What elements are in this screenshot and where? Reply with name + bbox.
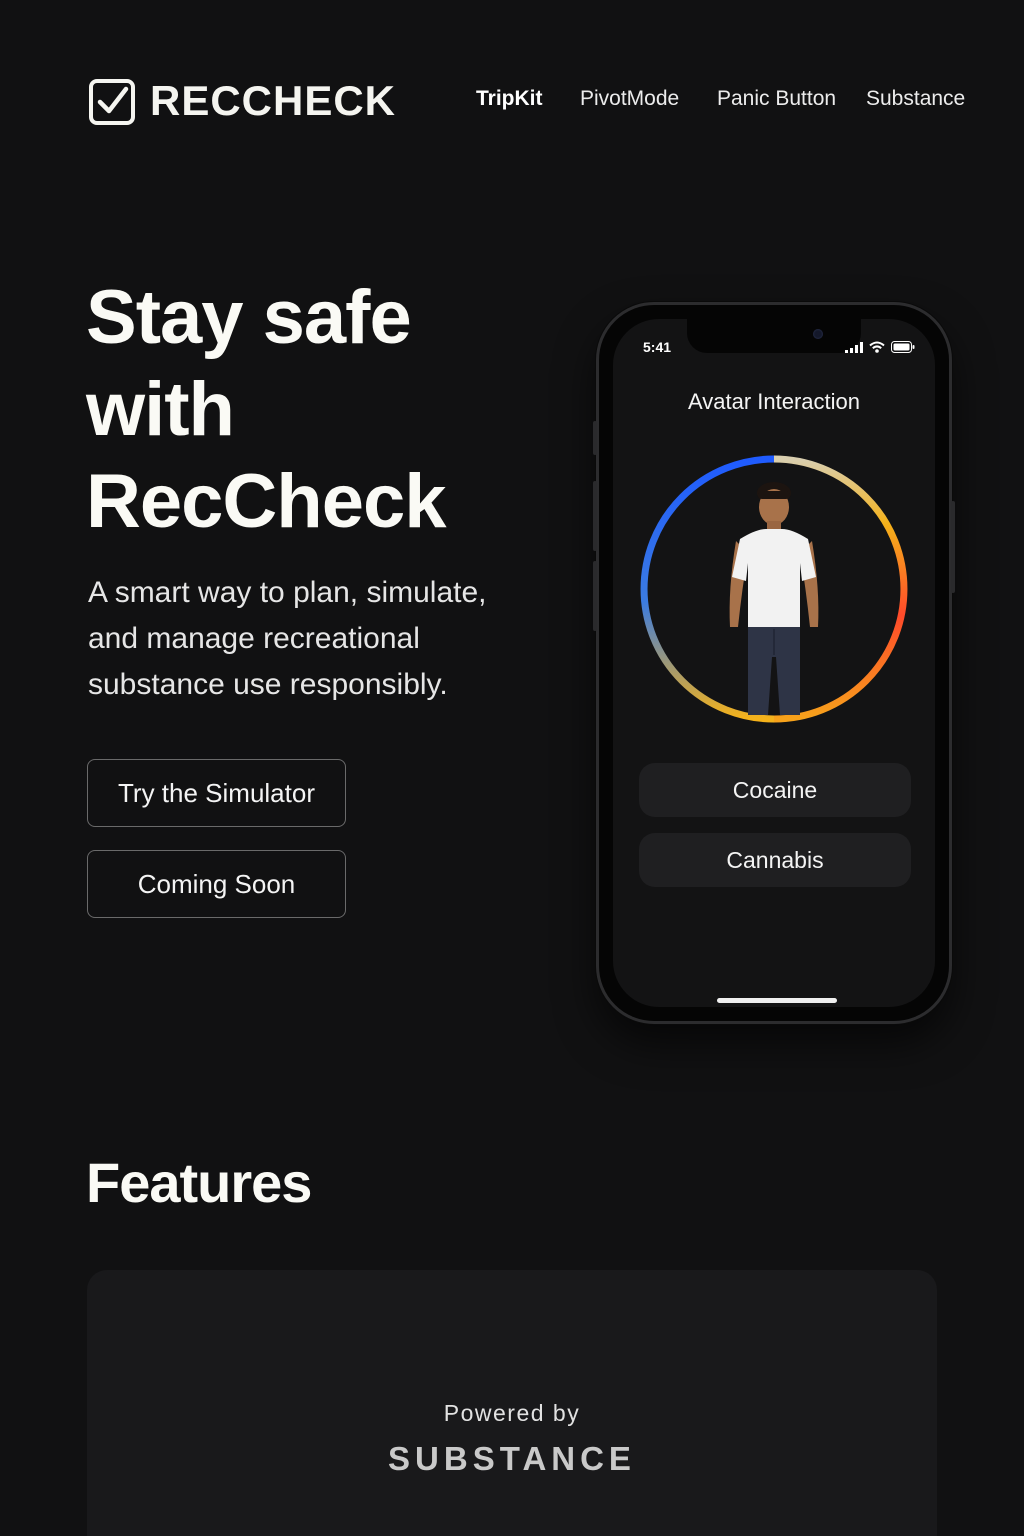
hero-subtitle: A smart way to plan, simulate, and manag… [88,576,487,701]
signal-icon [845,341,863,353]
coming-soon-button[interactable]: Coming Soon [87,850,346,918]
screen-title: Avatar Interaction [687,389,861,414]
phone-screen: 5:41 Avatar Interaction Cocaine Cannabis [613,319,935,1007]
hero-title-line-2: with [86,367,235,452]
phone-volume-down [593,561,597,631]
powered-by-label: Powered by [443,1400,581,1426]
try-simulator-button[interactable]: Try the Simulator [87,759,346,827]
status-icons [845,341,915,353]
powered-by-brand[interactable]: SUBSTANCE [0,1440,1024,1478]
wifi-icon [869,341,885,353]
substance-option-cocaine[interactable]: Cocaine [639,763,911,817]
nav-item-panic-button[interactable]: Panic Button [717,84,836,114]
phone-mute-switch [593,421,597,455]
battery-icon [891,341,915,353]
home-indicator[interactable] [717,998,837,1003]
nav-item-tripkit[interactable]: TripKit [476,84,543,114]
camera-icon [813,329,823,339]
status-time: 5:41 [643,339,672,355]
phone-volume-up [593,481,597,551]
phone-mockup: 5:41 Avatar Interaction Cocaine Cannabis [593,302,955,1024]
hero-title: Stay safe with RecCheck [86,272,526,548]
substance-option-cannabis[interactable]: Cannabis [639,833,911,887]
phone-notch [687,319,861,353]
top-nav: TripKit PivotMode Panic Button Substance [0,84,1024,114]
nav-item-substance[interactable]: Substance [866,84,965,114]
hero-title-line-3: RecCheck [86,459,447,544]
hero-title-line-1: Stay safe [86,275,412,360]
person-avatar [729,482,819,715]
phone-power-button [951,501,955,593]
landing-page: RECCHECK TripKit PivotMode Panic Button … [0,0,1024,1536]
nav-item-pivotmode[interactable]: PivotMode [580,84,679,114]
features-title: Features [86,1151,312,1214]
